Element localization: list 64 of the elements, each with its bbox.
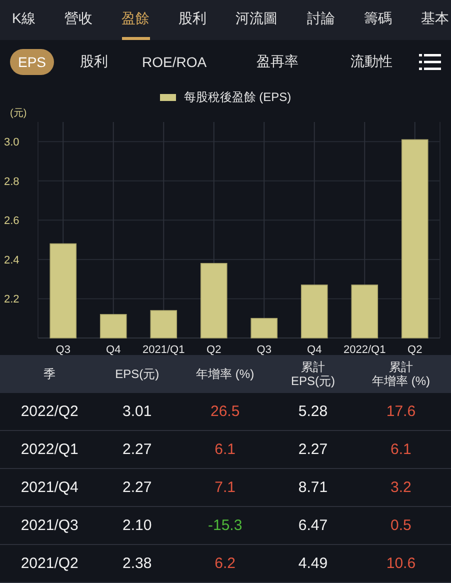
column-header: 季 [0,355,100,393]
x-tick-label: Q4 [106,344,121,355]
table-cell: 6.1 [350,430,451,468]
table-cell: 2022/Q2 [0,393,100,430]
table-cell: 2021/Q4 [0,468,100,506]
x-tick-label: 2022/Q1 [344,344,386,355]
sub-tab[interactable]: 股利 [72,49,116,75]
eps-bar [150,310,178,338]
column-header: 年增率 (%) [175,355,276,393]
x-tick-label: Q4 [307,344,322,355]
table-cell: 7.1 [175,468,276,506]
column-header: EPS(元) [99,355,176,393]
sub-tab[interactable]: 盈再率 [248,49,307,75]
table-cell: 6.2 [175,544,276,582]
y-tick-label: 3.0 [4,136,20,149]
table-cell: 2.27 [99,430,176,468]
table-cell: 2021/Q2 [0,544,100,582]
sub-tab[interactable]: ROE/ROA [134,50,215,74]
eps-bar [250,318,278,338]
top-tab[interactable]: 討論 [306,0,335,40]
x-tick-label: Q3 [56,344,70,355]
x-tick-label: 2021/Q1 [142,344,185,355]
table-cell: 2022/Q1 [0,430,100,468]
eps-bar [351,284,378,338]
table-cell: 2021/Q3 [0,506,100,544]
axis-unit: (元) [10,107,27,120]
eps-bar [300,284,328,338]
table-cell: 4.49 [275,544,351,582]
column-header: 累計 年增率 (%) [350,355,451,393]
table-cell: 10.6 [350,544,451,582]
top-tab[interactable]: 營收 [64,0,92,40]
table-cell: 2.10 [99,506,176,544]
y-tick-label: 2.2 [4,294,20,306]
y-tick-label: 2.8 [4,176,20,188]
table-cell: 2.38 [99,544,176,582]
table-cell: 6.1 [175,430,276,468]
table-cell: 26.5 [175,393,276,430]
sub-tab[interactable]: 流動性 [342,49,401,75]
table-cell: 2.27 [275,430,351,468]
top-tab[interactable]: 盈餘 [122,0,150,40]
table-cell: 2.27 [99,468,176,506]
table-cell: -15.3 [175,506,276,544]
top-tab[interactable]: 基本 [421,0,449,40]
x-tick-label: Q2 [206,344,222,355]
legend-label: 每股稅後盈餘 (EPS) [184,88,292,106]
table-cell: 5.28 [275,393,351,430]
y-tick-label: 2.4 [4,254,20,266]
table-cell: 0.5 [350,506,451,544]
menu-icon[interactable] [418,54,441,70]
top-tab[interactable]: K線 [12,0,36,40]
table-cell: 17.6 [350,393,451,430]
top-tab[interactable]: 河流圖 [236,0,278,40]
table-cell: 8.71 [275,468,351,506]
legend-swatch [160,94,176,100]
x-tick-label: Q2 [408,344,422,355]
top-tab[interactable]: 股利 [178,0,207,40]
column-header: 累計 EPS(元) [275,355,351,393]
y-tick-label: 2.6 [4,215,20,228]
table-cell: 6.47 [275,506,351,544]
table-cell: 3.2 [350,468,451,506]
top-tab[interactable]: 籌碼 [364,0,392,40]
table-cell: 3.01 [99,393,176,430]
eps-bar [100,314,127,338]
x-tick-label: Q3 [256,344,272,355]
